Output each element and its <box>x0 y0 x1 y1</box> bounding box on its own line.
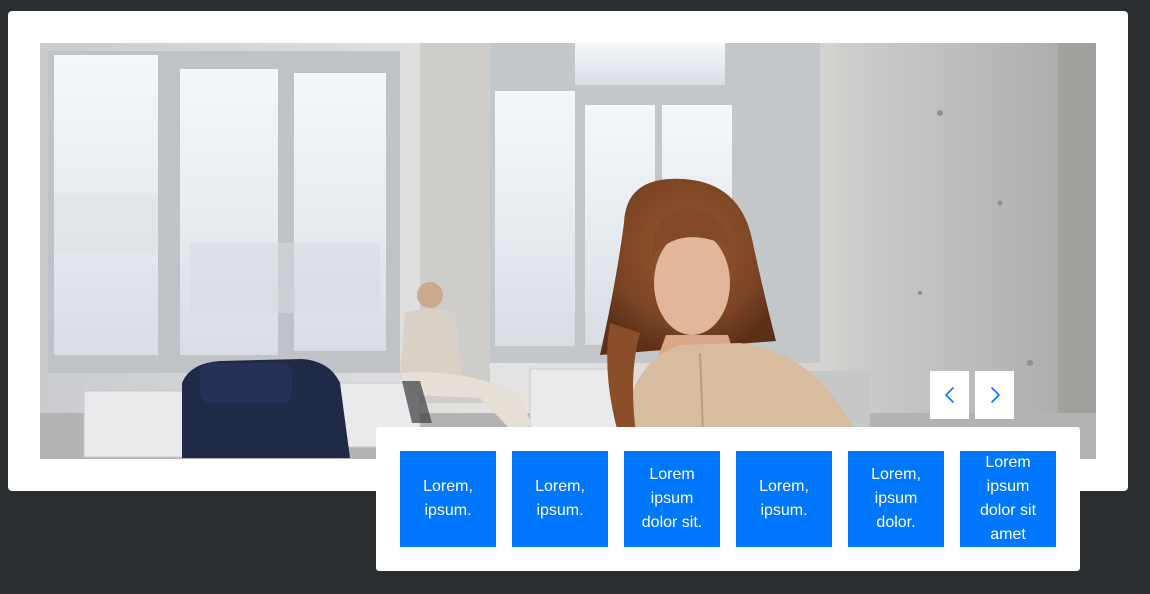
thumbnail-label: Lorem, ipsum dolor. <box>871 466 921 531</box>
next-button[interactable] <box>975 371 1014 419</box>
thumbnail-item[interactable]: Lorem, ipsum. <box>400 451 496 547</box>
thumbnail-label: Lorem, ipsum. <box>535 478 585 519</box>
thumbnail-label: Lorem ipsum dolor sit. <box>641 466 703 531</box>
thumbnail-label: Lorem, ipsum. <box>423 478 473 519</box>
chevron-left-icon <box>944 387 954 403</box>
thumbnail-label: Lorem, ipsum. <box>759 478 809 519</box>
chevron-right-icon <box>990 387 1000 403</box>
thumbnail-item[interactable]: Lorem, ipsum. <box>736 451 832 547</box>
prev-button[interactable] <box>930 371 969 419</box>
thumbnail-item[interactable]: Lorem, ipsum dolor. <box>848 451 944 547</box>
thumbnail-item[interactable]: Lorem ipsum dolor sit amet <box>960 451 1056 547</box>
thumbnail-item[interactable]: Lorem, ipsum. <box>512 451 608 547</box>
thumbnail-panel: Lorem, ipsum. Lorem, ipsum. Lorem ipsum … <box>376 427 1080 571</box>
thumbnail-label: Lorem ipsum dolor sit amet <box>979 454 1037 543</box>
thumbnail-item[interactable]: Lorem ipsum dolor sit. <box>624 451 720 547</box>
